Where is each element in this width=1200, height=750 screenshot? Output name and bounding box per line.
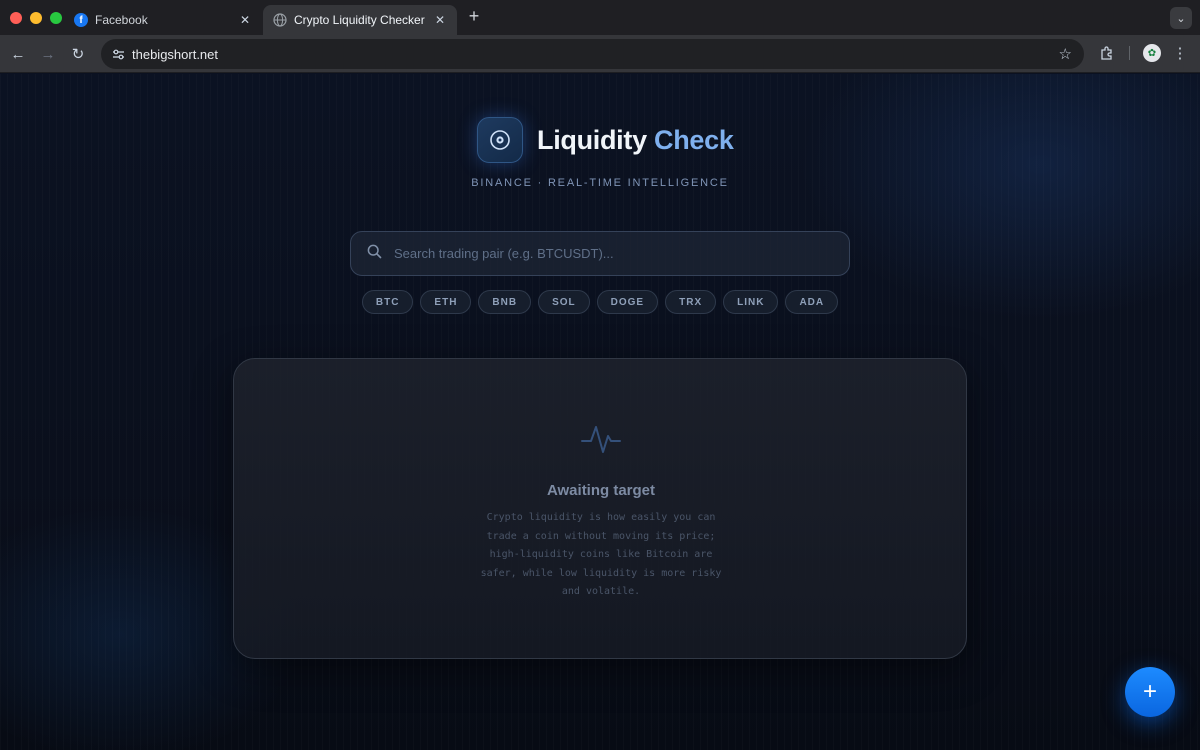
facebook-icon: f — [74, 13, 88, 27]
chip-sol[interactable]: SOL — [538, 290, 590, 314]
add-fab-button[interactable]: + — [1125, 667, 1175, 717]
tagline: BINANCE · REAL-TIME INTELLIGENCE — [471, 177, 729, 189]
extensions-puzzle-icon[interactable] — [1098, 44, 1116, 62]
forward-arrow-icon[interactable]: → — [38, 44, 58, 64]
tab-search-chevron-icon[interactable]: ⌄ — [1170, 7, 1192, 29]
chip-eth[interactable]: ETH — [420, 290, 472, 314]
search-icon — [367, 244, 382, 264]
window-controls — [10, 12, 62, 24]
title-word-1: Liquidity — [537, 124, 647, 155]
empty-state-title: Awaiting target — [546, 482, 656, 499]
title-word-2: Check — [654, 124, 734, 155]
chip-ada[interactable]: ADA — [785, 290, 839, 314]
quick-pair-chips: BTC ETH BNB SOL DOGE TRX LINK ADA — [0, 290, 1200, 314]
tab-title: Crypto Liquidity Checker - TB — [294, 13, 425, 27]
tab-facebook[interactable]: f Facebook ✕ — [64, 5, 262, 35]
browser-tab-bar: f Facebook ✕ Crypto Liquidity Checker - … — [0, 0, 1200, 35]
search-box — [350, 231, 850, 276]
address-bar[interactable]: thebigshort.net ☆ — [101, 39, 1084, 69]
chip-bnb[interactable]: BNB — [478, 290, 532, 314]
close-tab-icon[interactable]: ✕ — [238, 13, 252, 27]
brand-header: Liquidity Check — [477, 117, 734, 163]
close-tab-icon[interactable]: ✕ — [433, 13, 447, 27]
back-arrow-icon[interactable]: ← — [8, 44, 28, 64]
site-info-icon[interactable] — [110, 46, 126, 62]
empty-state-description: Crypto liquidity is how easily you can t… — [480, 512, 722, 597]
toolbar-divider — [1129, 46, 1130, 60]
profile-avatar[interactable]: ✿ — [1143, 44, 1161, 62]
globe-icon — [273, 13, 287, 27]
empty-state-card: Awaiting target Crypto liquidity is how … — [233, 358, 967, 659]
chip-trx[interactable]: TRX — [665, 290, 717, 314]
eye-logo-icon — [477, 117, 523, 163]
close-window-button[interactable] — [10, 12, 22, 24]
pulse-icon — [580, 421, 622, 462]
browser-toolbar: ← → ↻ thebigshort.net ☆ — [0, 35, 1200, 73]
page-title: Liquidity Check — [537, 125, 734, 156]
chip-btc[interactable]: BTC — [361, 290, 414, 314]
tab-title: Facebook — [95, 13, 148, 27]
minimize-window-button[interactable] — [30, 12, 42, 24]
browser-menu-icon[interactable]: ⋮ — [1172, 44, 1188, 62]
reload-icon[interactable]: ↻ — [68, 44, 88, 64]
url-text: thebigshort.net — [132, 46, 219, 62]
chip-link[interactable]: LINK — [723, 290, 779, 314]
tab-liquidity-checker[interactable]: Crypto Liquidity Checker - TB ✕ — [263, 5, 457, 35]
chip-doge[interactable]: DOGE — [596, 290, 659, 314]
search-input[interactable] — [394, 246, 849, 261]
page-content: Liquidity Check BINANCE · REAL-TIME INTE… — [0, 74, 1200, 750]
bookmark-star-icon[interactable]: ☆ — [1059, 45, 1072, 63]
new-tab-button[interactable]: + — [464, 6, 484, 27]
maximize-window-button[interactable] — [50, 12, 62, 24]
